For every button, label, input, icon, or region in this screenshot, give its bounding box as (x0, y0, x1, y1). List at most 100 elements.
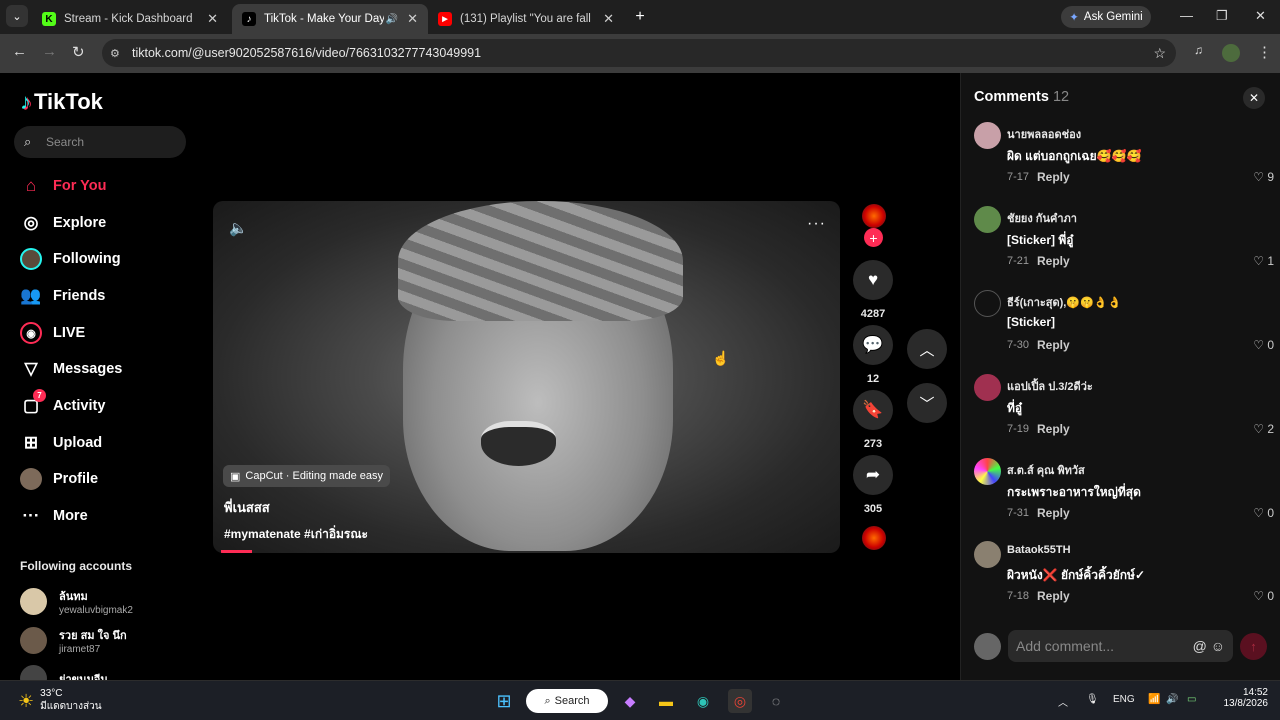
nav-for-you[interactable]: ⌂ For You (20, 175, 107, 197)
close-comments-button[interactable]: ✕ (1243, 87, 1265, 109)
reply-button[interactable]: Reply (1037, 170, 1070, 184)
tab-youtube[interactable]: ▶ (131) Playlist "You are fall ✕ (428, 4, 624, 34)
nav-friends[interactable]: 👥 Friends (20, 285, 105, 307)
reload-icon[interactable]: ↻ (72, 43, 85, 61)
share-button[interactable]: ➦ 305 (852, 455, 894, 515)
app-icon[interactable]: ◌ (764, 689, 788, 713)
capcut-badge[interactable]: ▣ CapCut · Editing made easy (223, 465, 390, 487)
nav-explore[interactable]: ◎ Explore (20, 212, 107, 234)
video-progress-bar[interactable] (221, 550, 252, 553)
at-mention-icon[interactable]: @ (1193, 638, 1207, 654)
comment-username[interactable]: ส.ต.ส์ คุณ พิทวัส (1007, 461, 1085, 479)
comment-username[interactable]: ธีร์(เกาะสุด),🤫🤫👌👌 (1007, 293, 1121, 311)
weather-widget[interactable]: ☀ 33°C มีแดดบางส่วน (18, 688, 102, 714)
copilot-icon[interactable]: ◆ (618, 689, 642, 713)
comment-like-button[interactable]: ♡ 0 (1253, 506, 1274, 520)
avatar[interactable] (974, 374, 1001, 401)
emoji-icon[interactable]: ☺ (1211, 638, 1225, 654)
following-account[interactable]: รวย สม ใจ นึก jiramet87 (20, 626, 127, 655)
nav-following[interactable]: Following (20, 248, 121, 270)
comment-text: กระเพราะอาหารใหญ่ที่สุด (1007, 485, 1141, 499)
bookmark-star-icon[interactable]: ☆ (1153, 45, 1166, 62)
menu-icon[interactable]: ⋮ (1257, 43, 1272, 61)
file-explorer-icon[interactable]: ▬ (654, 689, 678, 713)
close-icon[interactable]: ✕ (207, 11, 218, 27)
tab-search-icon[interactable]: ⌄ (6, 5, 28, 27)
speaker-icon[interactable]: 🔊 (386, 14, 398, 25)
back-icon[interactable]: ← (12, 43, 27, 60)
nav-activity[interactable]: ▢ 7 Activity (20, 389, 105, 417)
close-icon[interactable]: ✕ (407, 11, 418, 27)
comment-username[interactable]: แอปเปิ้ล ป.3/2ดีว่ะ (1007, 377, 1093, 395)
language-indicator[interactable]: ENG (1113, 694, 1135, 705)
search-input[interactable]: ⌕ Search (14, 126, 186, 158)
nav-profile[interactable]: Profile (20, 468, 98, 490)
reply-button[interactable]: Reply (1037, 338, 1070, 352)
avatar[interactable] (974, 541, 1001, 568)
comment-text: ผิด แต่บอกถูกเฉย🥰🥰🥰 (1007, 149, 1142, 163)
nav-more[interactable]: ··· More (20, 505, 88, 527)
tab-kick[interactable]: K Stream - Kick Dashboard ✕ (32, 4, 228, 34)
follow-plus-icon[interactable]: + (864, 228, 883, 247)
next-video-button[interactable]: ﹀ (907, 383, 947, 423)
site-info-icon[interactable]: ⚙ (110, 47, 120, 60)
url-field[interactable]: ⚙ tiktok.com/@user902052587616/video/766… (102, 39, 1176, 67)
tray-chevron-icon[interactable]: ︿ (1058, 694, 1068, 709)
reply-button[interactable]: Reply (1037, 422, 1070, 436)
following-account[interactable]: ล้นทม yewaluvbigmak2 (20, 587, 133, 616)
nav-upload[interactable]: ⊞ Upload (20, 432, 102, 454)
wifi-icon[interactable]: 📶 (1148, 694, 1160, 705)
post-comment-button[interactable]: ↑ (1240, 633, 1267, 660)
forward-icon[interactable]: → (42, 43, 57, 60)
ask-gemini-button[interactable]: ✦ Ask Gemini (1061, 6, 1151, 28)
tiktok-logo[interactable]: ♪ TikTok (20, 89, 103, 115)
comment-username[interactable]: Bataok55TH (1007, 544, 1071, 556)
previous-video-button[interactable]: ︿ (907, 329, 947, 369)
heart-outline-icon: ♡ (1253, 589, 1264, 603)
reply-button[interactable]: Reply (1037, 254, 1070, 268)
reply-button[interactable]: Reply (1037, 589, 1070, 603)
like-button[interactable]: ♥ 4287 (852, 260, 894, 320)
new-tab-icon[interactable]: + (628, 5, 652, 29)
creator-avatar[interactable] (862, 204, 886, 228)
video-hashtags[interactable]: #mymatenate #เก่าอิ่มรณะ (224, 525, 368, 544)
comment-like-button[interactable]: ♡ 9 (1253, 170, 1274, 184)
edge-icon[interactable]: ◉ (691, 689, 715, 713)
add-comment-input[interactable]: Add comment... @ ☺ (1008, 630, 1233, 662)
minimize-icon[interactable]: — (1180, 8, 1193, 23)
microphone-icon[interactable]: 🎙 (1086, 694, 1099, 705)
avatar[interactable] (974, 290, 1001, 317)
comment-like-button[interactable]: ♡ 1 (1253, 254, 1274, 268)
media-icon[interactable]: ♫ (1194, 43, 1203, 57)
tab-tiktok[interactable]: ♪ TikTok - Make Your Day 🔊 ✕ (232, 4, 428, 34)
window-close-icon[interactable]: ✕ (1255, 8, 1266, 24)
comment-username[interactable]: นายพลลอดช่อง (1007, 125, 1081, 143)
date: 13/8/2026 (1223, 698, 1269, 709)
save-button[interactable]: 🔖 273 (852, 390, 894, 450)
avatar[interactable] (974, 206, 1001, 233)
sound-disc-icon[interactable] (862, 526, 886, 550)
video-player[interactable]: 🔈 ··· ▣ CapCut · Editing made easy พี่เนส… (213, 201, 840, 553)
windows-start-icon[interactable]: ⊞ (492, 689, 516, 713)
comment-like-button[interactable]: ♡ 0 (1253, 589, 1274, 603)
clock[interactable]: 14:52 13/8/2026 (1216, 687, 1269, 709)
comment-username[interactable]: ชัยยง กันคำภา (1007, 209, 1077, 227)
nav-live[interactable]: ◉ LIVE (20, 322, 85, 344)
volume-icon[interactable]: 🔈 (229, 219, 248, 237)
comment-like-button[interactable]: ♡ 0 (1253, 338, 1274, 352)
more-options-icon[interactable]: ··· (807, 215, 826, 233)
avatar[interactable] (974, 122, 1001, 149)
time: 14:52 (1242, 687, 1268, 698)
battery-icon[interactable]: ▭ (1187, 694, 1196, 705)
taskbar-search[interactable]: ⌕ Search (526, 689, 608, 713)
comment-button[interactable]: 💬 12 (852, 325, 894, 385)
comment-like-button[interactable]: ♡ 2 (1253, 422, 1274, 436)
close-icon[interactable]: ✕ (603, 11, 614, 27)
profile-avatar[interactable] (1222, 44, 1240, 62)
avatar[interactable] (974, 458, 1001, 485)
chrome-icon[interactable]: ◎ (728, 689, 752, 713)
maximize-icon[interactable]: ❐ (1216, 8, 1228, 24)
volume-icon[interactable]: 🔊 (1166, 694, 1178, 705)
nav-messages[interactable]: ▽ Messages (20, 358, 122, 380)
reply-button[interactable]: Reply (1037, 506, 1070, 520)
